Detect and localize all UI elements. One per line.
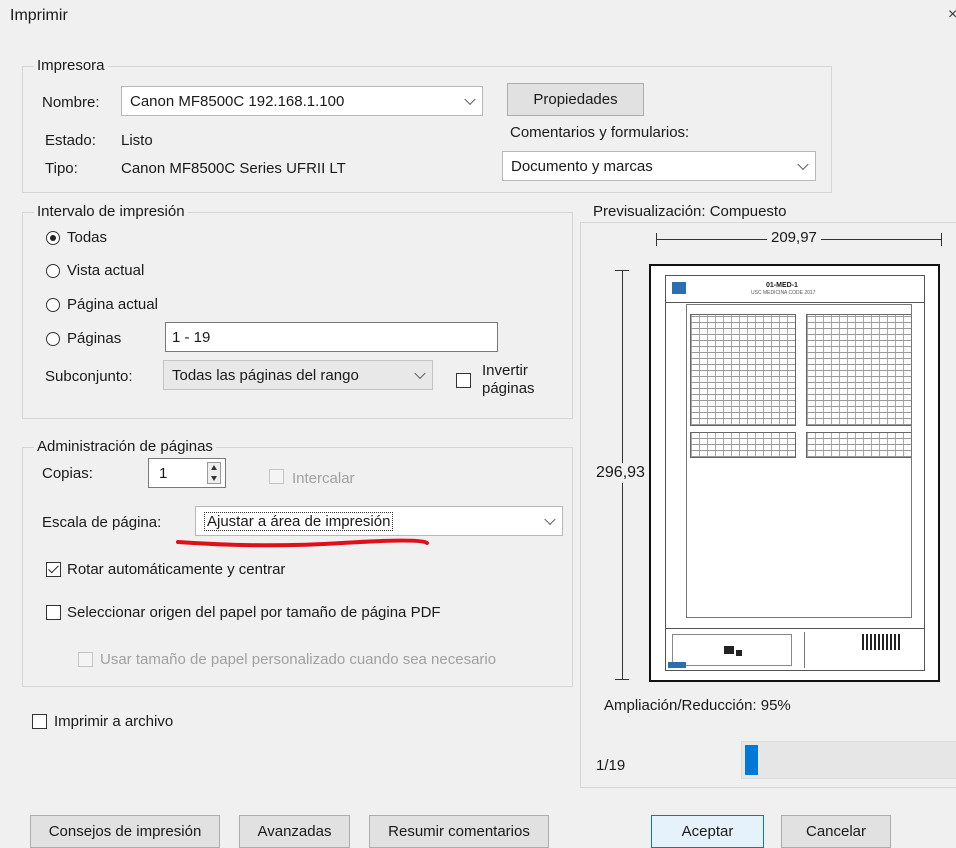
- properties-button[interactable]: Propiedades: [507, 83, 644, 116]
- accept-button[interactable]: Aceptar: [651, 815, 764, 848]
- radio-current-page-label[interactable]: Página actual: [67, 296, 158, 313]
- copies-label: Copias:: [42, 465, 93, 482]
- print-range-legend: Intervalo de impresión: [34, 203, 188, 220]
- stepper-arrows-icon[interactable]: [207, 462, 221, 484]
- preview-page: 01-MED-1 USC MEDICINA CODE 2017: [649, 264, 940, 682]
- invert-pages-checkbox[interactable]: [456, 373, 471, 388]
- comments-forms-label: Comentarios y formularios:: [510, 124, 690, 141]
- doc-body-frame: [686, 304, 912, 618]
- invert-pages-label[interactable]: Invertir páginas: [482, 362, 535, 398]
- subset-select[interactable]: Todas las páginas del rango: [163, 360, 433, 390]
- width-dimension-tick-right: [941, 233, 942, 246]
- doc-footer-mark: [736, 650, 742, 656]
- printer-type-value: Canon MF8500C Series UFRII LT: [121, 160, 346, 177]
- doc-header-title: 01-MED-1: [766, 282, 798, 289]
- advanced-button[interactable]: Avanzadas: [239, 815, 350, 848]
- zoom-text: Ampliación/Reducción: 95%: [604, 697, 791, 714]
- chevron-down-icon: [544, 513, 556, 526]
- doc-footer-rule: [666, 628, 924, 629]
- chevron-down-icon: [414, 367, 426, 380]
- page-slider-thumb[interactable]: [745, 745, 758, 775]
- radio-pages-label[interactable]: Páginas: [67, 330, 121, 347]
- doc-footer-divider: [804, 632, 805, 668]
- width-dimension-tick-left: [656, 233, 657, 246]
- doc-header-sub: USC MEDICINA CODE 2017: [751, 290, 816, 296]
- preview-title: Previsualización: Compuesto: [590, 203, 790, 220]
- collate-label: Intercalar: [292, 470, 355, 487]
- custom-paper-label: Usar tamaño de papel personalizado cuand…: [100, 651, 497, 668]
- document-logo-icon: [672, 282, 686, 294]
- red-underline-annotation: [176, 538, 429, 548]
- radio-all[interactable]: [46, 231, 60, 245]
- page-handling-legend: Administración de páginas: [34, 438, 216, 455]
- comments-forms-select[interactable]: Documento y marcas: [502, 151, 816, 181]
- printer-legend: Impresora: [34, 57, 108, 74]
- auto-rotate-label[interactable]: Rotar automáticamente y centrar: [67, 561, 285, 578]
- invert-pages-label-line2: páginas: [482, 380, 535, 397]
- print-tips-button[interactable]: Consejos de impresión: [30, 815, 220, 848]
- copies-value: 1: [159, 464, 168, 482]
- barcode-icon: [862, 634, 902, 650]
- cancel-button[interactable]: Cancelar: [781, 815, 891, 848]
- invert-pages-label-line1: Invertir: [482, 362, 528, 379]
- auto-rotate-checkbox[interactable]: [46, 562, 61, 577]
- printer-status-label: Estado:: [45, 132, 96, 149]
- doc-footer-logo-icon: [668, 662, 686, 668]
- radio-current-view[interactable]: [46, 264, 60, 278]
- printer-name-label: Nombre:: [42, 94, 100, 111]
- printer-type-label: Tipo:: [45, 160, 78, 177]
- page-scale-label: Escala de página:: [42, 514, 162, 531]
- radio-current-view-label[interactable]: Vista actual: [67, 262, 144, 279]
- comments-forms-value: Documento y marcas: [511, 157, 653, 175]
- page-indicator: 1/19: [596, 757, 626, 774]
- subset-value: Todas las páginas del rango: [172, 366, 359, 384]
- preview-height-value: 296,93: [596, 463, 645, 483]
- doc-footer-mark: [724, 646, 734, 654]
- print-to-file-checkbox[interactable]: [32, 714, 47, 729]
- print-to-file-label[interactable]: Imprimir a archivo: [54, 713, 173, 730]
- preview-page-content: 01-MED-1 USC MEDICINA CODE 2017: [665, 275, 925, 671]
- preview-width-value: 209,97: [767, 229, 821, 246]
- collate-checkbox[interactable]: [269, 469, 284, 484]
- paper-source-label[interactable]: Seleccionar origen del papel por tamaño …: [67, 604, 441, 621]
- height-dimension-tick-bottom: [615, 679, 629, 680]
- chevron-down-icon: [797, 158, 809, 171]
- subset-label: Subconjunto:: [45, 368, 133, 385]
- printer-name-value: Canon MF8500C 192.168.1.100: [130, 92, 345, 110]
- paper-source-checkbox[interactable]: [46, 605, 61, 620]
- close-icon[interactable]: ×: [948, 6, 956, 24]
- radio-pages[interactable]: [46, 332, 60, 346]
- custom-paper-checkbox[interactable]: [78, 652, 93, 667]
- page-slider-track[interactable]: [741, 741, 956, 779]
- doc-header-rule: [666, 302, 924, 303]
- height-dimension-tick-top: [615, 270, 629, 271]
- radio-current-page[interactable]: [46, 298, 60, 312]
- window-title: Imprimir: [10, 7, 68, 24]
- printer-name-select[interactable]: Canon MF8500C 192.168.1.100: [121, 86, 483, 116]
- radio-all-label[interactable]: Todas: [67, 229, 107, 246]
- summarize-comments-button[interactable]: Resumir comentarios: [369, 815, 549, 848]
- page-scale-value: Ajustar a área de impresión: [204, 511, 394, 531]
- printer-status-value: Listo: [121, 132, 153, 149]
- copies-stepper[interactable]: 1: [148, 458, 226, 488]
- pages-input[interactable]: 1 - 19: [165, 322, 498, 352]
- chevron-down-icon: [464, 93, 476, 106]
